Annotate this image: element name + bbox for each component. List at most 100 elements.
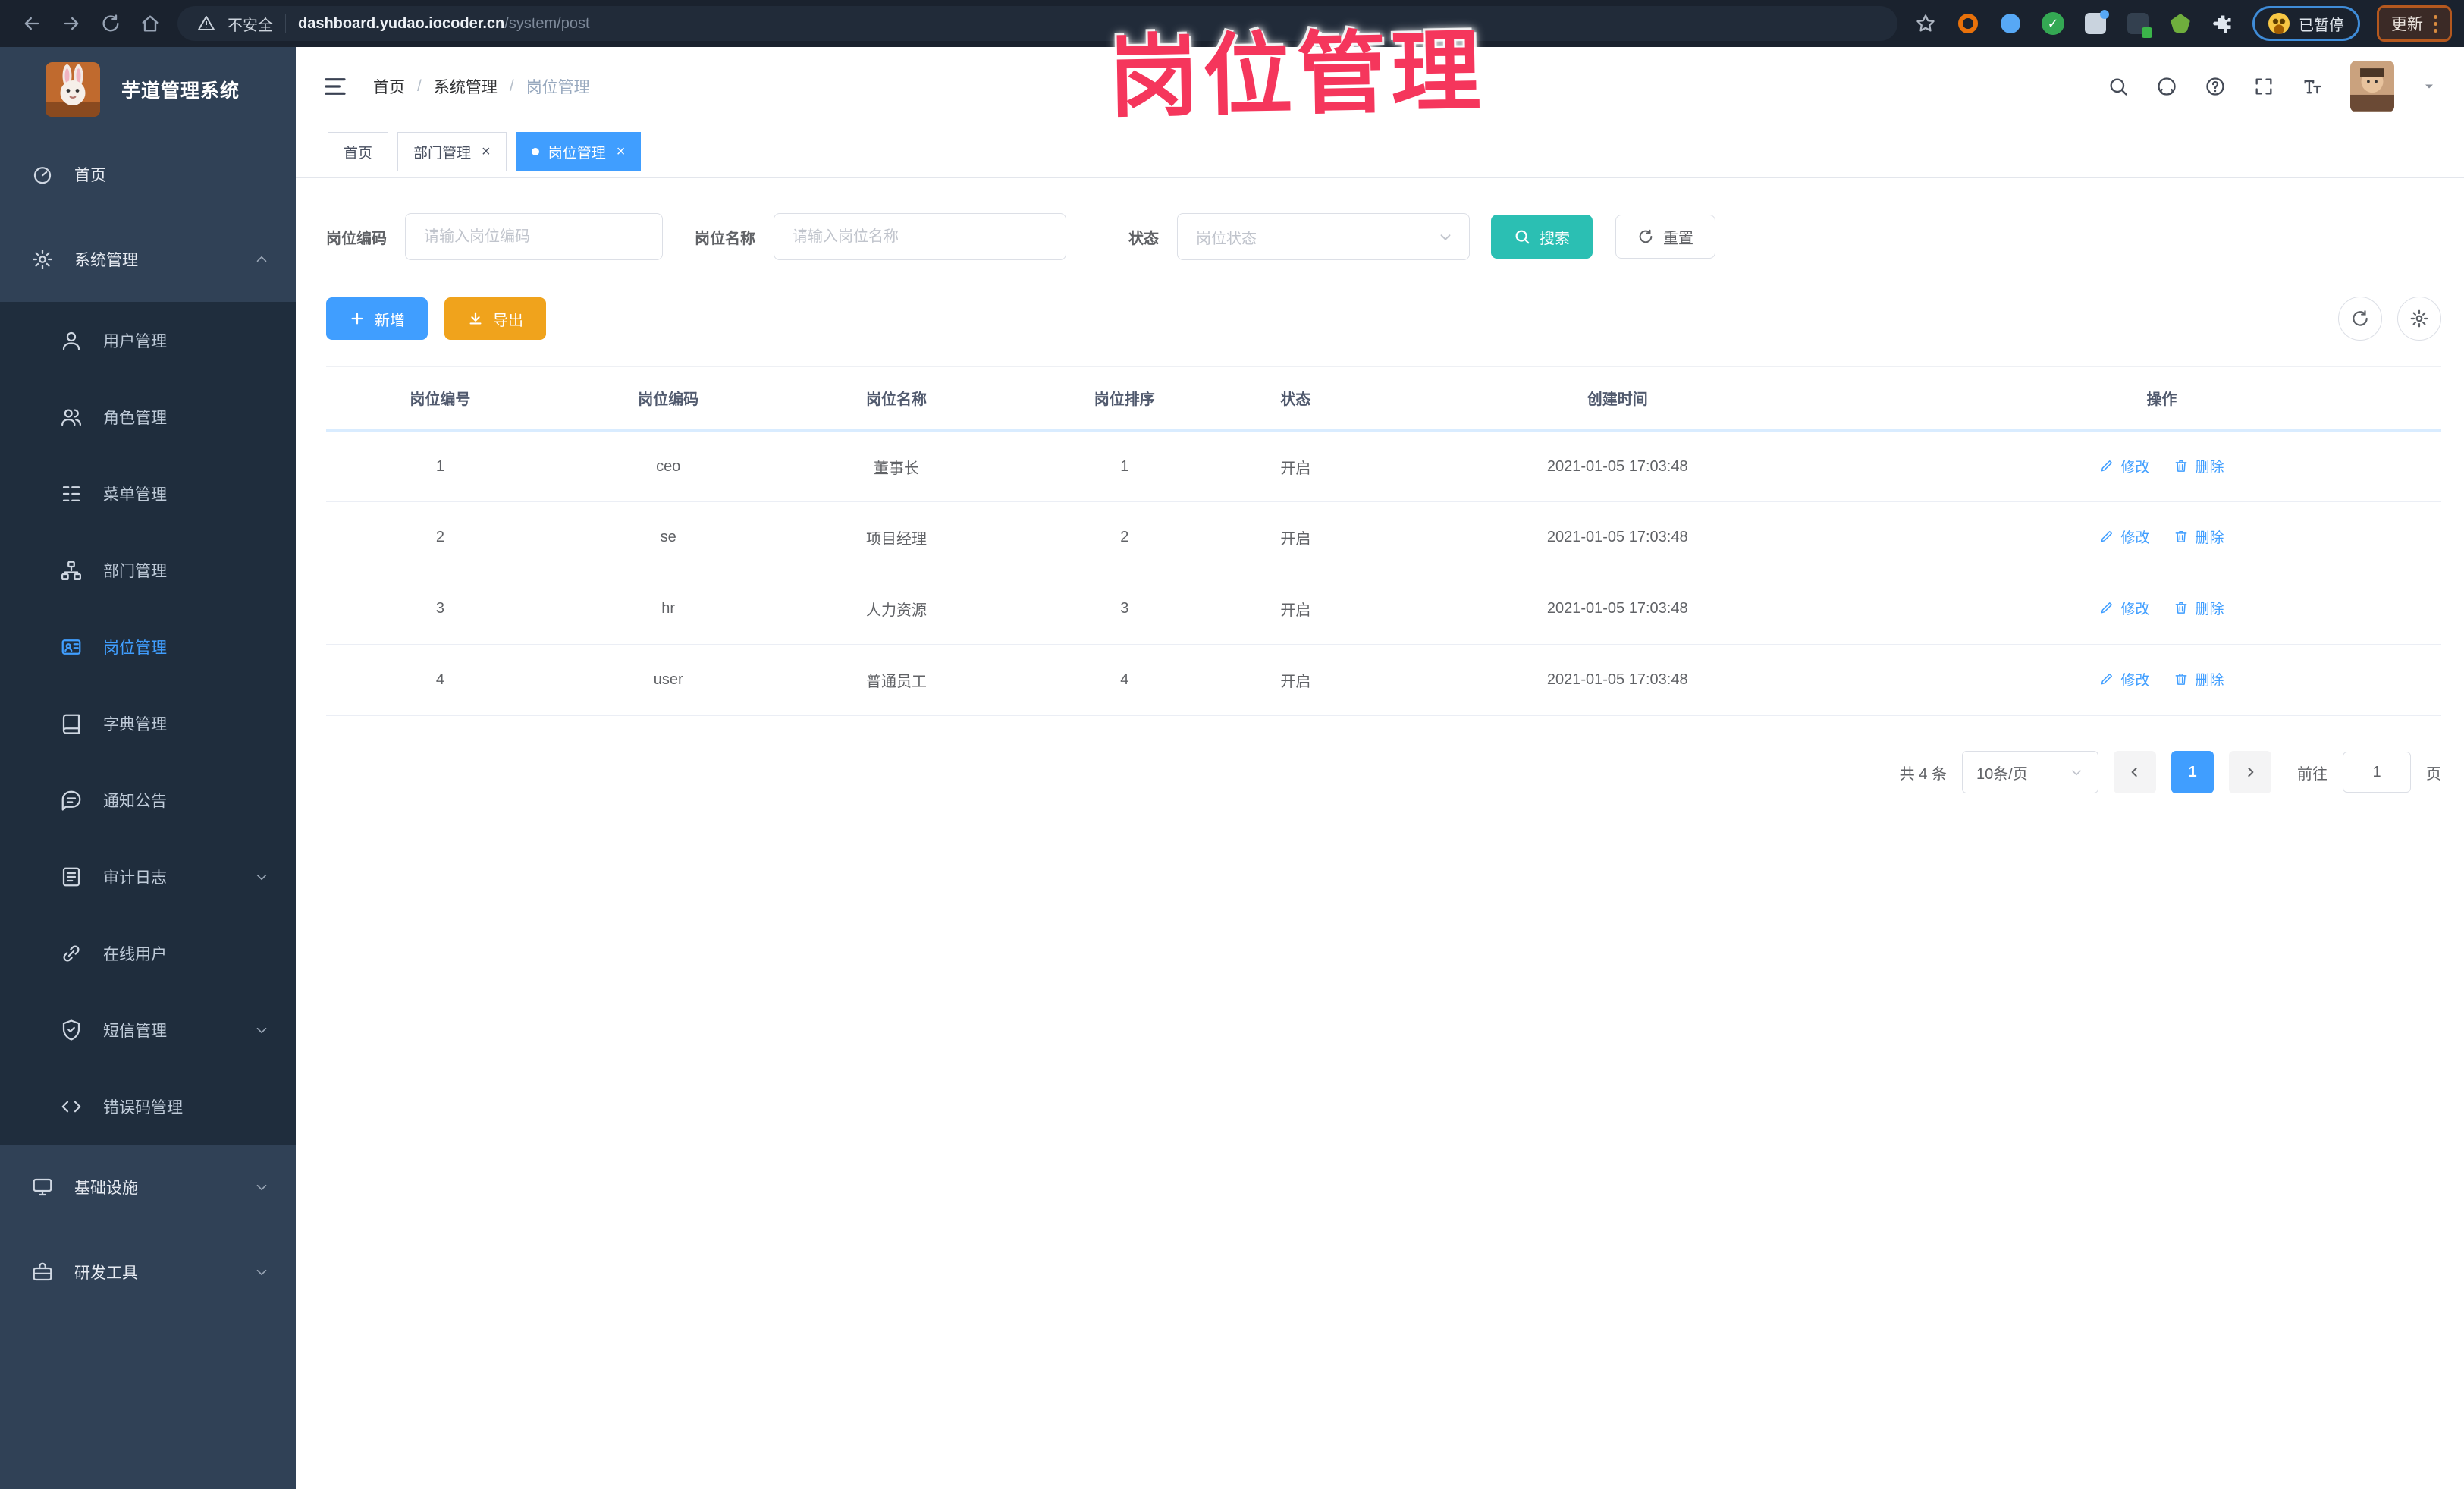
extension-icon[interactable]	[2210, 11, 2236, 36]
breadcrumb-home[interactable]: 首页	[373, 75, 405, 98]
sidebar-item-infra[interactable]: 基础设施	[0, 1145, 296, 1230]
sidebar-item-home[interactable]: 首页	[0, 132, 296, 217]
edit-link[interactable]: 修改	[2099, 669, 2149, 690]
table-cell: 2021-01-05 17:03:48	[1352, 501, 1882, 573]
user-avatar[interactable]	[2350, 61, 2394, 112]
browser-home-icon[interactable]	[130, 6, 170, 41]
sidebar-item-dict[interactable]: 字典管理	[0, 685, 296, 762]
search-icon[interactable]	[2108, 76, 2129, 97]
extension-icon[interactable]	[2083, 10, 2109, 36]
download-icon	[469, 312, 482, 325]
badge-icon	[58, 636, 85, 658]
refresh-table-button[interactable]	[2338, 297, 2382, 341]
sidebar-item-role[interactable]: 角色管理	[0, 379, 296, 455]
next-page-button[interactable]	[2229, 751, 2271, 793]
table-header-row: 岗位编号 岗位编码 岗位名称 岗位排序 状态 创建时间 操作	[326, 366, 2441, 432]
sidebar-item-menu[interactable]: 菜单管理	[0, 455, 296, 532]
breadcrumb-system[interactable]: 系统管理	[434, 75, 498, 98]
table-row: 3 hr 人力资源 3 开启 2021-01-05 17:03:48 修改 删除	[326, 573, 2441, 645]
hamburger-icon[interactable]	[323, 74, 347, 99]
pencil-icon	[2099, 600, 2114, 615]
tab-post[interactable]: 岗位管理 ×	[515, 132, 642, 171]
sidebar-item-label: 字典管理	[103, 715, 167, 734]
page-number-1[interactable]: 1	[2171, 751, 2214, 793]
delete-link[interactable]: 删除	[2174, 669, 2224, 690]
col-status: 状态	[1238, 366, 1353, 432]
edit-link[interactable]: 修改	[2099, 526, 2149, 547]
sidebar-item-sms[interactable]: 短信管理	[0, 991, 296, 1068]
main-panel: 首页 / 系统管理 / 岗位管理 首页 部门管理 × 岗位管理 × 岗位编码 请…	[296, 47, 2464, 1489]
col-post-name: 岗位名称	[782, 366, 1011, 432]
extension-icon[interactable]: ✓	[2040, 11, 2066, 36]
sidebar-item-user[interactable]: 用户管理	[0, 302, 296, 379]
update-button[interactable]: 更新	[2377, 5, 2452, 42]
extension-icon[interactable]	[1998, 11, 2023, 36]
security-label[interactable]: 不安全	[228, 13, 273, 35]
address-bar[interactable]: 不安全 dashboard.yudao.iocoder.cn/system/po…	[177, 6, 1897, 41]
add-button[interactable]: 新增	[326, 297, 428, 340]
help-icon[interactable]	[2205, 76, 2226, 97]
caret-down-icon[interactable]	[2422, 79, 2437, 94]
sidebar-item-label: 岗位管理	[103, 639, 167, 657]
breadcrumb-current: 岗位管理	[526, 79, 590, 96]
toolbox-icon	[29, 1261, 56, 1283]
tab-home[interactable]: 首页	[328, 132, 389, 171]
user-icon	[58, 329, 85, 352]
app-logo[interactable]: 芋道管理系统	[0, 47, 296, 132]
browser-forward-icon[interactable]	[52, 6, 91, 41]
github-icon[interactable]	[2156, 76, 2177, 97]
chevron-down-icon	[2072, 770, 2081, 776]
table-cell: 董事长	[782, 430, 1011, 502]
url-path: /system/post	[504, 14, 590, 32]
paused-badge[interactable]: 已暂停	[2252, 6, 2360, 41]
close-icon[interactable]: ×	[617, 144, 626, 159]
status-select[interactable]: 岗位状态	[1177, 213, 1470, 260]
extension-icon[interactable]	[1955, 11, 1981, 36]
delete-link[interactable]: 删除	[2174, 598, 2224, 618]
system-submenu: 用户管理 角色管理 菜单管理部门管理岗位管理字典管理通知公告 审计日志 在线用户 短信管理…	[0, 302, 296, 1145]
fullscreen-icon[interactable]	[2253, 76, 2274, 97]
extension-icon[interactable]	[2125, 11, 2152, 38]
sidebar-item-post[interactable]: 岗位管理	[0, 608, 296, 685]
page-size-select[interactable]: 10条/页	[1962, 751, 2098, 793]
table-cell: 人力资源	[782, 573, 1011, 645]
edit-link[interactable]: 修改	[2099, 598, 2149, 618]
export-button[interactable]: 导出	[444, 297, 546, 340]
search-button[interactable]: 搜索	[1491, 215, 1593, 259]
browser-reload-icon[interactable]	[91, 6, 130, 41]
refresh-icon	[1639, 229, 1653, 243]
bookmark-star-icon[interactable]	[1913, 11, 1938, 36]
edit-link[interactable]: 修改	[2099, 456, 2149, 476]
delete-link[interactable]: 删除	[2174, 526, 2224, 547]
role-icon	[58, 406, 85, 429]
sidebar-item-system[interactable]: 系统管理	[0, 217, 296, 302]
tab-dept[interactable]: 部门管理 ×	[397, 132, 507, 171]
prev-page-button[interactable]	[2114, 751, 2156, 793]
url-host: dashboard.yudao.iocoder.cn	[298, 14, 505, 32]
post-table: 岗位编号 岗位编码 岗位名称 岗位排序 状态 创建时间 操作 1 ceo 董事长 1 开…	[326, 366, 2441, 716]
font-size-icon[interactable]	[2302, 76, 2323, 97]
reset-button[interactable]: 重置	[1615, 215, 1715, 259]
post-name-input[interactable]	[774, 213, 1066, 260]
book-icon	[58, 712, 85, 735]
column-settings-button[interactable]	[2397, 297, 2441, 341]
pencil-icon	[2099, 671, 2114, 686]
close-icon[interactable]: ×	[482, 144, 491, 159]
browser-back-icon[interactable]	[12, 6, 52, 41]
sidebar-item-online[interactable]: 在线用户	[0, 915, 296, 991]
sidebar-item-errcode[interactable]: 错误码管理	[0, 1068, 296, 1145]
sidebar-item-notice[interactable]: 通知公告	[0, 762, 296, 838]
table-cell: 开启	[1238, 430, 1353, 502]
table-cell: 开启	[1238, 573, 1353, 645]
post-code-input[interactable]	[405, 213, 663, 260]
sidebar-item-audit[interactable]: 审计日志	[0, 838, 296, 915]
table-cell: 3	[1010, 573, 1239, 645]
sidebar-item-dept[interactable]: 部门管理	[0, 532, 296, 608]
sidebar-item-devtool[interactable]: 研发工具	[0, 1230, 296, 1315]
goto-page-input[interactable]	[2343, 752, 2411, 793]
extension-icon[interactable]	[2167, 11, 2193, 36]
delete-link[interactable]: 删除	[2174, 456, 2224, 476]
col-post-code: 岗位编码	[554, 366, 783, 432]
sidebar-item-label: 部门管理	[103, 562, 167, 580]
menu-dots-icon[interactable]	[2434, 14, 2437, 33]
